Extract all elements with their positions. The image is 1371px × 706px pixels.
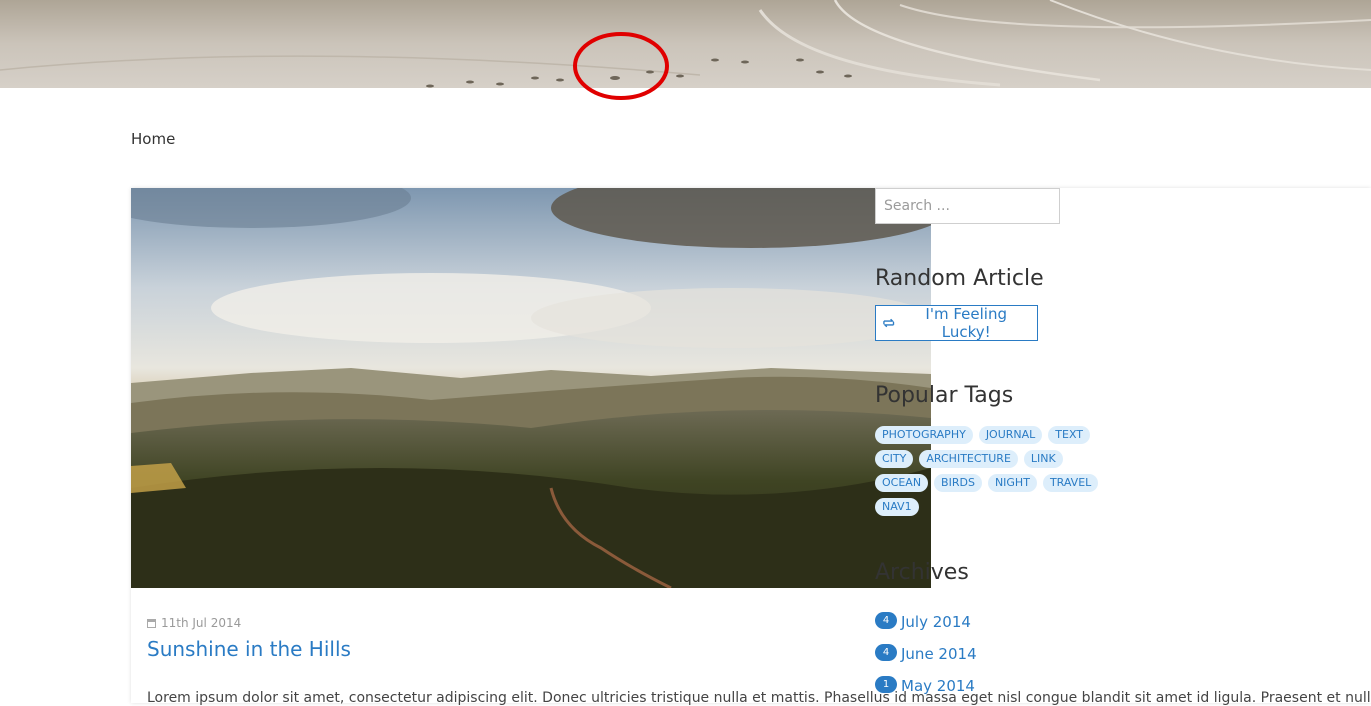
red-annotation-circle	[573, 32, 669, 100]
archives-heading: Archives	[875, 560, 969, 585]
post-hero-image[interactable]	[131, 188, 931, 588]
tag-text[interactable]: TEXT	[1048, 426, 1091, 444]
archive-count-badge: 1	[875, 675, 897, 693]
tag-photography[interactable]: PHOTOGRAPHY	[875, 426, 973, 444]
breadcrumb-home[interactable]: Home	[131, 130, 175, 148]
post-date: 11th Jul 2014	[147, 616, 241, 630]
tag-city[interactable]: CITY	[875, 450, 914, 468]
breadcrumb: Home	[131, 130, 175, 148]
tag-cloud: PHOTOGRAPHY JOURNAL TEXT CITY ARCHITECTU…	[875, 426, 1115, 522]
tag-row: NAV1	[875, 498, 1115, 516]
tag-travel[interactable]: TRAVEL	[1042, 474, 1099, 492]
tag-night[interactable]: NIGHT	[987, 474, 1037, 492]
archives-list: 4 July 2014 4 June 2014 1 May 2014	[875, 604, 977, 700]
tag-row: CITY ARCHITECTURE LINK	[875, 450, 1115, 468]
tag-journal[interactable]: JOURNAL	[978, 426, 1043, 444]
shuffle-icon	[883, 318, 895, 328]
archive-item-june-2014[interactable]: 4 June 2014	[875, 636, 977, 668]
calendar-icon	[147, 618, 156, 628]
post-date-text: 11th Jul 2014	[161, 616, 242, 630]
tag-nav1[interactable]: NAV1	[875, 498, 919, 516]
tag-ocean[interactable]: OCEAN	[875, 474, 929, 492]
popular-tags-heading: Popular Tags	[875, 383, 1014, 408]
tag-row: PHOTOGRAPHY JOURNAL TEXT	[875, 426, 1115, 444]
feeling-lucky-button[interactable]: I'm Feeling Lucky!	[875, 305, 1038, 341]
archive-count-badge: 4	[875, 611, 897, 629]
archive-label: July 2014	[901, 613, 971, 631]
post-excerpt: Lorem ipsum dolor sit amet, consectetur …	[147, 690, 1371, 706]
archive-item-may-2014[interactable]: 1 May 2014	[875, 668, 977, 700]
tag-birds[interactable]: BIRDS	[934, 474, 982, 492]
random-article-heading: Random Article	[875, 266, 1044, 291]
archive-label: June 2014	[901, 645, 977, 663]
archive-label: May 2014	[901, 677, 975, 695]
tag-row: OCEAN BIRDS NIGHT TRAVEL	[875, 474, 1115, 492]
tag-link[interactable]: LINK	[1023, 450, 1063, 468]
post-title-link[interactable]: Sunshine in the Hills	[147, 637, 351, 661]
archive-count-badge: 4	[875, 643, 897, 661]
feeling-lucky-label: I'm Feeling Lucky!	[925, 305, 1007, 341]
header-banner-image	[0, 0, 1371, 88]
search-input[interactable]	[875, 188, 1060, 224]
archive-item-july-2014[interactable]: 4 July 2014	[875, 604, 977, 636]
tag-architecture[interactable]: ARCHITECTURE	[919, 450, 1018, 468]
